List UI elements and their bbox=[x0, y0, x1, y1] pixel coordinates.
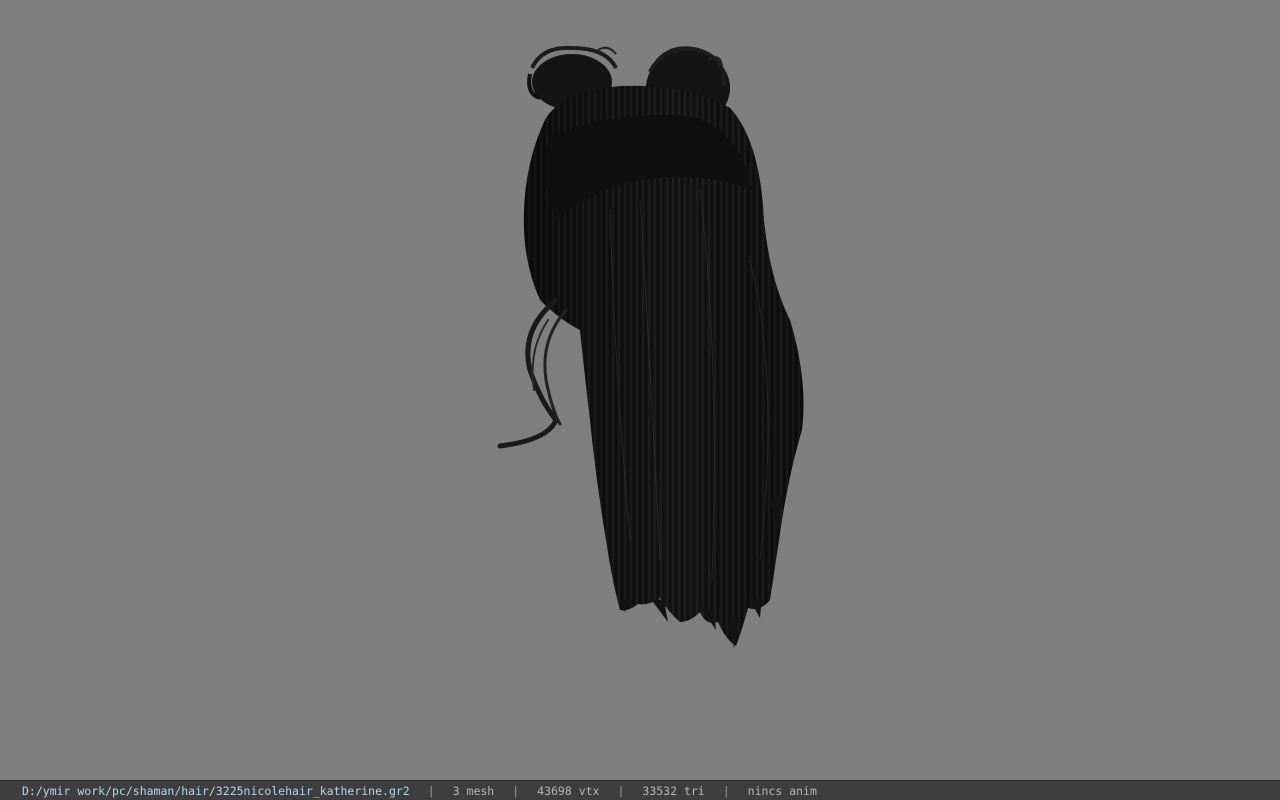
separator: | bbox=[512, 783, 520, 798]
animation-status: nincs anim bbox=[747, 783, 817, 798]
mesh-count: 3 mesh bbox=[452, 783, 495, 798]
3d-viewport[interactable] bbox=[0, 0, 1280, 780]
separator: | bbox=[722, 783, 730, 798]
separator: | bbox=[617, 783, 625, 798]
separator: | bbox=[427, 783, 435, 798]
side-curl bbox=[497, 297, 568, 449]
triangle-count: 33532 tri bbox=[642, 783, 705, 798]
hair-model-render bbox=[497, 45, 804, 648]
file-path: D:/ymir work/pc/shaman/hair/3225nicoleha… bbox=[22, 783, 410, 798]
vertex-count: 43698 vtx bbox=[537, 783, 600, 798]
status-bar: D:/ymir work/pc/shaman/hair/3225nicoleha… bbox=[0, 780, 1280, 800]
